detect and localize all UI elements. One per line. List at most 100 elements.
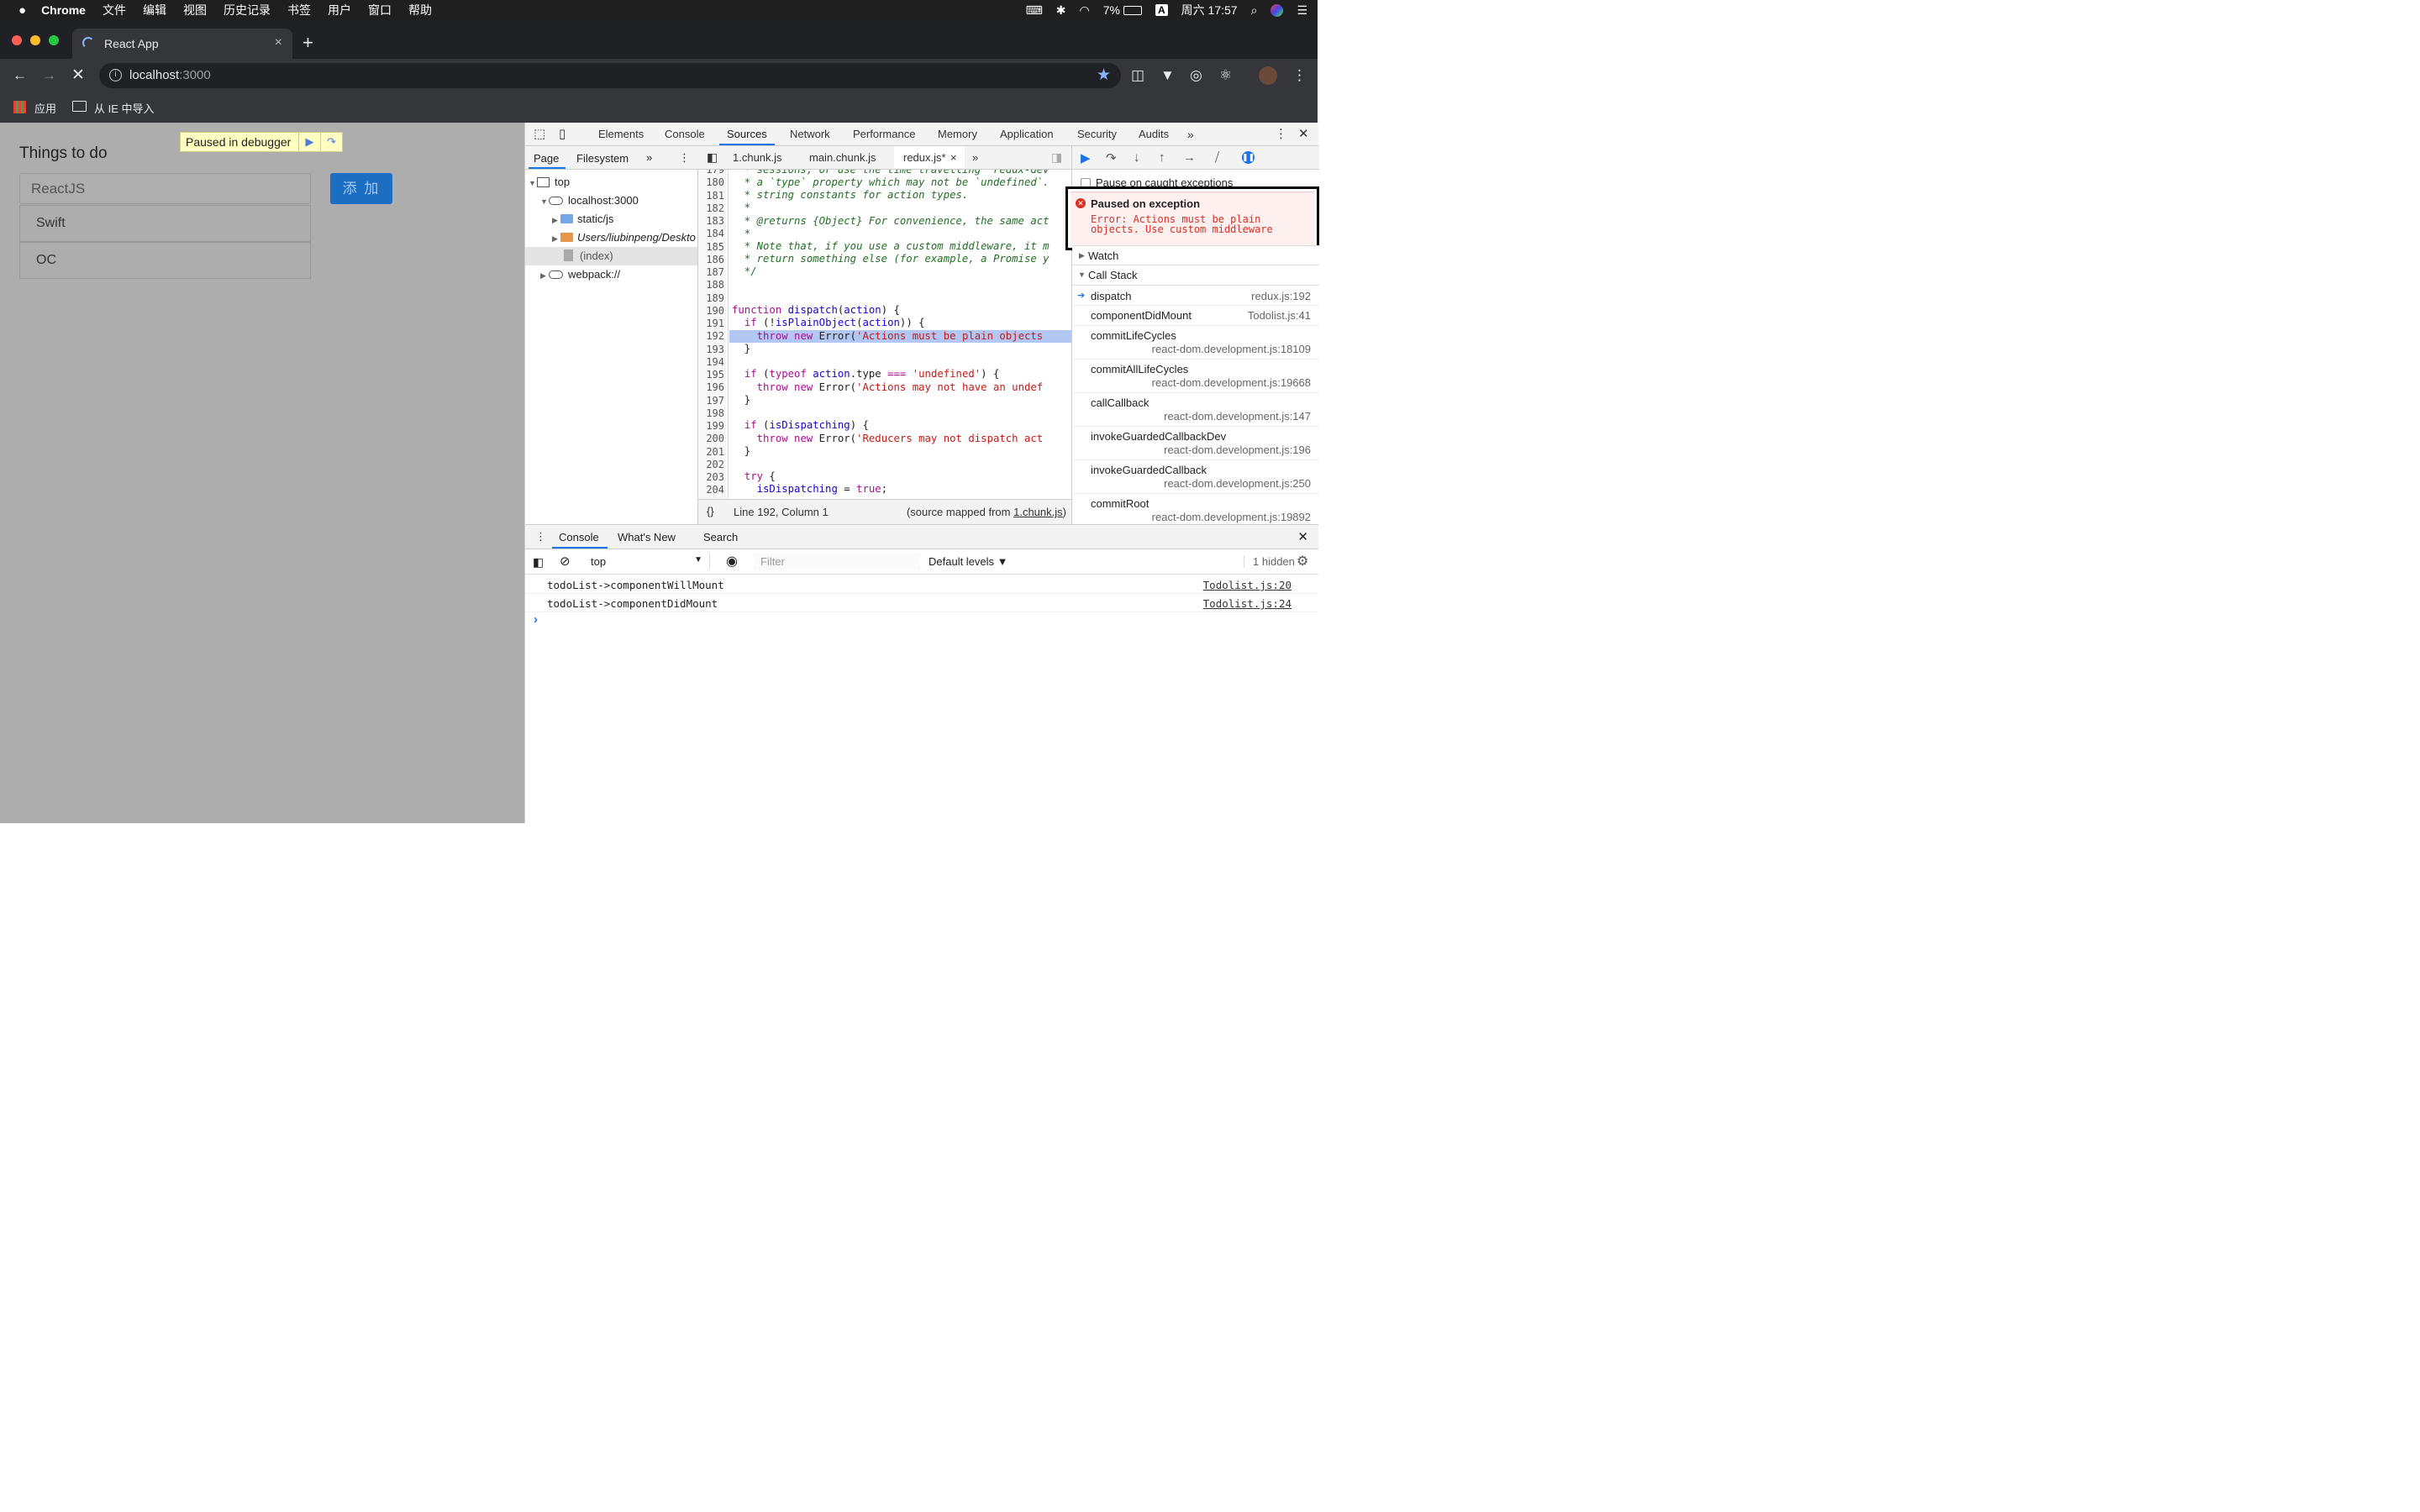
tree-item-index[interactable]: (index) [564,249,613,262]
step-out-icon[interactable]: ↑ [1159,150,1165,165]
device-toolbar-icon[interactable]: ▯ [559,126,566,141]
editor-tab[interactable]: main.chunk.js [809,151,876,164]
line-number[interactable]: 184 [706,228,724,239]
tab-filesystem[interactable]: Filesystem [576,152,629,165]
line-number[interactable]: 189 [706,292,724,304]
list-item[interactable]: Swift [19,205,311,242]
tab-memory[interactable]: Memory [938,128,977,140]
siri-icon[interactable] [1270,3,1284,17]
line-number[interactable]: 198 [706,407,724,419]
clear-console-icon[interactable]: ⊘ [560,554,571,569]
drawer-tab-search[interactable]: Search [703,531,738,543]
tree-item-webpack[interactable]: ▶ webpack:// [540,268,620,281]
line-number[interactable]: 196 [706,381,724,393]
line-number[interactable]: 203 [706,471,724,483]
stop-loading-icon[interactable]: ✕ [71,66,85,85]
close-window-icon[interactable] [12,35,22,45]
console-prompt[interactable]: › [534,612,538,627]
line-number[interactable]: 186 [706,254,724,265]
call-frame[interactable]: commitAllLifeCycles react-dom.developmen… [1072,360,1319,393]
line-number[interactable]: 183 [706,215,724,227]
tab-audits[interactable]: Audits [1139,128,1169,140]
call-frame[interactable]: commitRoot react-dom.development.js:1989… [1072,494,1319,524]
new-tab-icon[interactable]: + [302,32,313,54]
call-stack-section-header[interactable]: ▼ Call Stack [1072,265,1319,286]
tab-elements[interactable]: Elements [598,128,644,140]
forward-icon[interactable]: → [42,67,56,84]
inspect-element-icon[interactable]: ⬚ [534,126,545,141]
wifi-icon[interactable]: ◠ [1080,3,1090,18]
console-settings-gear-icon[interactable]: ⚙ [1297,553,1308,570]
log-source-link[interactable]: Todolist.js:24 [1203,597,1292,610]
line-number[interactable]: 188 [706,279,724,291]
tab-network[interactable]: Network [790,128,830,140]
step-into-icon[interactable]: ↓ [1134,150,1140,165]
extension-target-icon[interactable]: ◎ [1190,67,1202,84]
extension-vue-icon[interactable]: ▼ [1160,67,1175,84]
tab-console[interactable]: Console [665,128,705,140]
back-icon[interactable]: ← [13,67,27,84]
live-expression-eye-icon[interactable]: ◉ [726,553,738,570]
more-tabs-icon[interactable]: » [1187,128,1194,141]
battery-percent[interactable]: 7% [1103,3,1120,17]
extension-cast-icon[interactable]: ◫ [1131,67,1144,84]
resume-icon[interactable]: ▶ [298,133,320,151]
menubar-item-edit[interactable]: 编辑 [143,2,166,18]
browser-tab[interactable]: React App × [72,29,292,59]
log-source-link[interactable]: Todolist.js:20 [1203,579,1292,591]
tab-page[interactable]: Page [534,152,559,165]
address-bar[interactable]: i localhost:3000 ★ [99,63,1121,88]
tree-item-users[interactable]: ▶ Users/liubinpeng/Deskto [552,231,696,244]
menubar-item-user[interactable]: 用户 [328,2,351,18]
line-number[interactable]: 182 [706,202,724,214]
console-filter-input[interactable]: Filter [754,553,920,570]
pause-on-exceptions-icon[interactable]: ❚❚ [1242,151,1255,164]
line-number[interactable]: 185 [706,241,724,253]
step-over-icon[interactable]: ↷ [1106,150,1117,165]
battery-icon[interactable] [1123,5,1142,15]
tab-close-icon[interactable]: × [275,35,282,50]
bluetooth-icon[interactable]: ✱ [1056,3,1066,18]
menubar-item-bookmarks[interactable]: 书签 [287,2,311,18]
minimize-window-icon[interactable] [30,35,40,45]
navigator-menu-icon[interactable]: ⋮ [679,151,690,165]
line-number[interactable]: 200 [706,433,724,444]
more-navigator-tabs-icon[interactable]: » [646,151,652,164]
call-frame[interactable]: componentDidMount Todolist.js:41 [1072,306,1319,326]
devtools-menu-icon[interactable]: ⋮ [1275,126,1287,141]
console-sidebar-icon[interactable]: ◧ [533,555,544,570]
call-frame[interactable]: callCallback react-dom.development.js:14… [1072,393,1319,427]
apps-grid-icon[interactable] [13,101,26,113]
line-number[interactable]: 193 [706,344,724,355]
drawer-close-icon[interactable]: ✕ [1297,529,1308,544]
line-number[interactable]: 201 [706,446,724,458]
add-button[interactable]: 添 加 [330,173,392,204]
devtools-close-icon[interactable]: ✕ [1298,126,1309,141]
notification-center-icon[interactable]: ☰ [1297,3,1307,18]
apple-icon[interactable]: ● [18,3,26,18]
drawer-tab-console[interactable]: Console [559,531,599,543]
menubar-item-help[interactable]: 帮助 [408,2,432,18]
list-item[interactable]: OC [19,242,311,279]
toggle-debugger-icon[interactable]: ◨ [1051,150,1062,165]
line-number[interactable]: 187 [706,266,724,278]
bookmark-ie-import[interactable]: 从 IE 中导入 [94,100,155,116]
resume-icon[interactable]: ▶ [1081,150,1091,165]
pretty-print-icon[interactable]: {} [707,505,714,517]
tree-item-static[interactable]: ▶ static/js [552,213,613,225]
spotlight-icon[interactable]: ⌕ [1251,3,1258,18]
tab-performance[interactable]: Performance [853,128,915,140]
chrome-menu-icon[interactable]: ⋮ [1292,67,1307,84]
bookmark-apps[interactable]: 应用 [34,100,56,116]
line-number[interactable]: 199 [706,420,724,432]
drawer-tab-whats-new[interactable]: What's New [618,531,676,543]
line-number[interactable]: 180 [706,176,724,188]
zoom-window-icon[interactable] [49,35,59,45]
line-number[interactable]: 197 [706,395,724,407]
todo-input[interactable]: ReactJS [19,173,311,204]
context-selector[interactable]: top ▼ [582,553,710,570]
tab-security[interactable]: Security [1077,128,1117,140]
tree-item-top[interactable]: ▼ top [529,176,570,188]
line-number[interactable]: 190 [706,305,724,317]
deactivate-breakpoints-icon[interactable]: ⧸ [1215,150,1219,165]
